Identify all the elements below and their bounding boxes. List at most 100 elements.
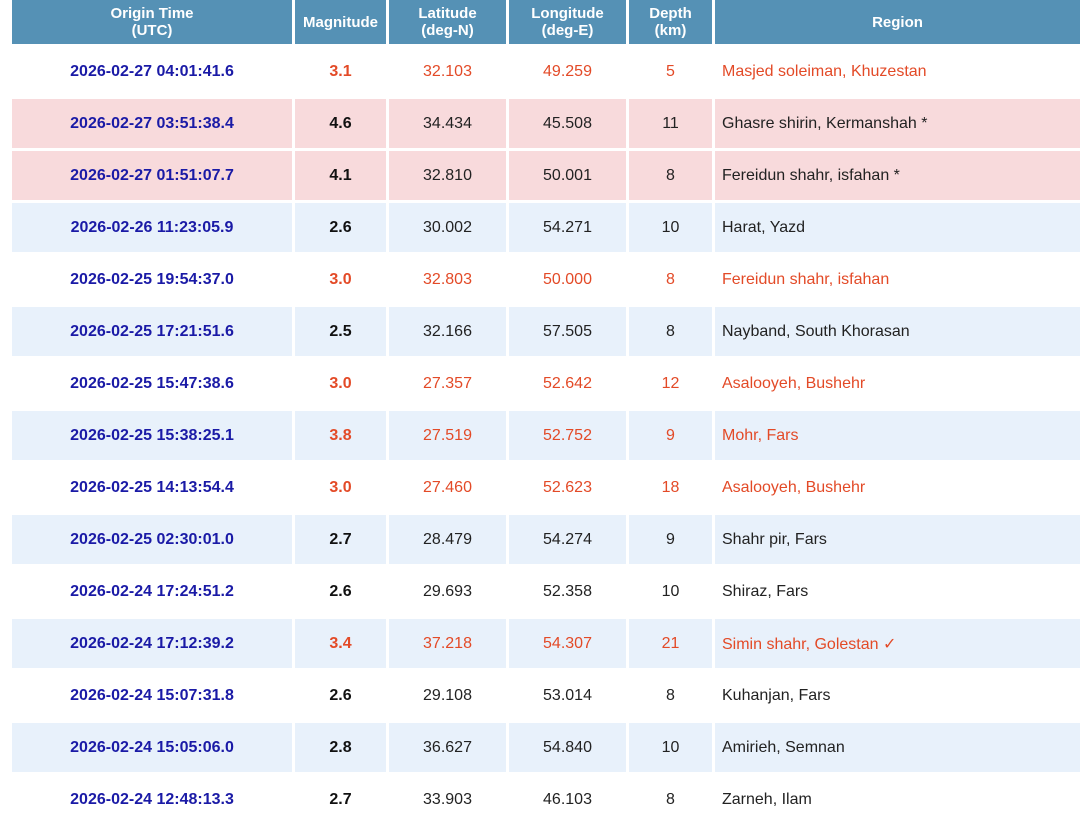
depth-cell: 5 <box>629 47 712 96</box>
table-body: 2026-02-27 04:01:41.6 3.1 32.103 49.259 … <box>12 47 1080 824</box>
longitude-cell: 49.259 <box>509 47 626 96</box>
table-row[interactable]: 2026-02-24 15:05:06.0 2.8 36.627 54.840 … <box>12 723 1080 772</box>
depth-cell: 11 <box>629 99 712 148</box>
magnitude-cell: 3.4 <box>295 619 386 668</box>
table-row[interactable]: 2026-02-25 15:47:38.6 3.0 27.357 52.642 … <box>12 359 1080 408</box>
magnitude-cell: 4.1 <box>295 151 386 200</box>
origin-time-cell[interactable]: 2026-02-24 12:48:13.3 <box>12 775 292 824</box>
latitude-cell: 27.460 <box>389 463 506 512</box>
header-region[interactable]: Region <box>715 0 1080 44</box>
table-row[interactable]: 2026-02-24 17:24:51.2 2.6 29.693 52.358 … <box>12 567 1080 616</box>
region-cell: Mohr, Fars <box>715 411 1080 460</box>
origin-time-cell[interactable]: 2026-02-24 15:07:31.8 <box>12 671 292 720</box>
magnitude-cell: 2.7 <box>295 515 386 564</box>
header-region-label: Region <box>872 13 923 31</box>
header-depth-unit: (km) <box>654 22 687 39</box>
magnitude-cell: 2.6 <box>295 671 386 720</box>
table-row[interactable]: 2026-02-27 04:01:41.6 3.1 32.103 49.259 … <box>12 47 1080 96</box>
origin-time-cell[interactable]: 2026-02-27 03:51:38.4 <box>12 99 292 148</box>
magnitude-cell: 3.0 <box>295 359 386 408</box>
latitude-cell: 32.803 <box>389 255 506 304</box>
header-longitude[interactable]: Longitude (deg-E) <box>509 0 626 44</box>
magnitude-cell: 4.6 <box>295 99 386 148</box>
table-row[interactable]: 2026-02-27 03:51:38.4 4.6 34.434 45.508 … <box>12 99 1080 148</box>
region-cell: Fereidun shahr, isfahan * <box>715 151 1080 200</box>
region-cell: Amirieh, Semnan <box>715 723 1080 772</box>
table-row[interactable]: 2026-02-24 17:12:39.2 3.4 37.218 54.307 … <box>12 619 1080 668</box>
longitude-cell: 45.508 <box>509 99 626 148</box>
longitude-cell: 52.752 <box>509 411 626 460</box>
header-origin-time-label: Origin Time <box>110 5 194 22</box>
origin-time-cell[interactable]: 2026-02-25 15:47:38.6 <box>12 359 292 408</box>
longitude-cell: 50.001 <box>509 151 626 200</box>
origin-time-cell[interactable]: 2026-02-24 17:24:51.2 <box>12 567 292 616</box>
table-row[interactable]: 2026-02-25 02:30:01.0 2.7 28.479 54.274 … <box>12 515 1080 564</box>
latitude-cell: 29.693 <box>389 567 506 616</box>
depth-cell: 9 <box>629 515 712 564</box>
origin-time-cell[interactable]: 2026-02-24 15:05:06.0 <box>12 723 292 772</box>
header-depth[interactable]: Depth (km) <box>629 0 712 44</box>
latitude-cell: 28.479 <box>389 515 506 564</box>
table-row[interactable]: 2026-02-25 17:21:51.6 2.5 32.166 57.505 … <box>12 307 1080 356</box>
longitude-cell: 46.103 <box>509 775 626 824</box>
header-origin-time[interactable]: Origin Time (UTC) <box>12 0 292 44</box>
header-magnitude[interactable]: Magnitude <box>295 0 386 44</box>
depth-cell: 10 <box>629 203 712 252</box>
earthquake-list-panel: Origin Time (UTC) Magnitude Latitude (de… <box>12 0 1080 826</box>
depth-cell: 12 <box>629 359 712 408</box>
latitude-cell: 30.002 <box>389 203 506 252</box>
depth-cell: 8 <box>629 151 712 200</box>
origin-time-cell[interactable]: 2026-02-25 02:30:01.0 <box>12 515 292 564</box>
header-latitude-unit: (deg-N) <box>421 22 474 39</box>
origin-time-cell[interactable]: 2026-02-27 04:01:41.6 <box>12 47 292 96</box>
table-row[interactable]: 2026-02-25 15:38:25.1 3.8 27.519 52.752 … <box>12 411 1080 460</box>
earthquake-table: Origin Time (UTC) Magnitude Latitude (de… <box>9 0 1080 827</box>
longitude-cell: 54.274 <box>509 515 626 564</box>
latitude-cell: 32.103 <box>389 47 506 96</box>
latitude-cell: 33.903 <box>389 775 506 824</box>
origin-time-cell[interactable]: 2026-02-24 17:12:39.2 <box>12 619 292 668</box>
origin-time-cell[interactable]: 2026-02-25 19:54:37.0 <box>12 255 292 304</box>
header-depth-label: Depth <box>649 5 692 22</box>
origin-time-cell[interactable]: 2026-02-25 15:38:25.1 <box>12 411 292 460</box>
table-row[interactable]: 2026-02-26 11:23:05.9 2.6 30.002 54.271 … <box>12 203 1080 252</box>
depth-cell: 8 <box>629 671 712 720</box>
magnitude-cell: 3.0 <box>295 463 386 512</box>
region-cell: Asalooyeh, Bushehr <box>715 463 1080 512</box>
origin-time-cell[interactable]: 2026-02-26 11:23:05.9 <box>12 203 292 252</box>
latitude-cell: 27.519 <box>389 411 506 460</box>
latitude-cell: 29.108 <box>389 671 506 720</box>
latitude-cell: 32.810 <box>389 151 506 200</box>
region-cell: Zarneh, Ilam <box>715 775 1080 824</box>
header-row: Origin Time (UTC) Magnitude Latitude (de… <box>12 0 1080 44</box>
region-cell: Kuhanjan, Fars <box>715 671 1080 720</box>
origin-time-cell[interactable]: 2026-02-27 01:51:07.7 <box>12 151 292 200</box>
table-row[interactable]: 2026-02-24 12:48:13.3 2.7 33.903 46.103 … <box>12 775 1080 824</box>
origin-time-cell[interactable]: 2026-02-25 17:21:51.6 <box>12 307 292 356</box>
latitude-cell: 27.357 <box>389 359 506 408</box>
longitude-cell: 54.840 <box>509 723 626 772</box>
depth-cell: 21 <box>629 619 712 668</box>
table-row[interactable]: 2026-02-25 14:13:54.4 3.0 27.460 52.623 … <box>12 463 1080 512</box>
table-row[interactable]: 2026-02-24 15:07:31.8 2.6 29.108 53.014 … <box>12 671 1080 720</box>
longitude-cell: 50.000 <box>509 255 626 304</box>
depth-cell: 8 <box>629 255 712 304</box>
header-latitude[interactable]: Latitude (deg-N) <box>389 0 506 44</box>
depth-cell: 10 <box>629 723 712 772</box>
table-row[interactable]: 2026-02-25 19:54:37.0 3.0 32.803 50.000 … <box>12 255 1080 304</box>
longitude-cell: 54.271 <box>509 203 626 252</box>
region-cell: Shiraz, Fars <box>715 567 1080 616</box>
header-magnitude-label: Magnitude <box>303 13 378 31</box>
latitude-cell: 37.218 <box>389 619 506 668</box>
latitude-cell: 36.627 <box>389 723 506 772</box>
magnitude-cell: 2.5 <box>295 307 386 356</box>
origin-time-cell[interactable]: 2026-02-25 14:13:54.4 <box>12 463 292 512</box>
magnitude-cell: 2.6 <box>295 567 386 616</box>
region-cell: Ghasre shirin, Kermanshah * <box>715 99 1080 148</box>
latitude-cell: 32.166 <box>389 307 506 356</box>
longitude-cell: 52.642 <box>509 359 626 408</box>
table-row[interactable]: 2026-02-27 01:51:07.7 4.1 32.810 50.001 … <box>12 151 1080 200</box>
region-cell: Asalooyeh, Bushehr <box>715 359 1080 408</box>
longitude-cell: 57.505 <box>509 307 626 356</box>
depth-cell: 8 <box>629 775 712 824</box>
